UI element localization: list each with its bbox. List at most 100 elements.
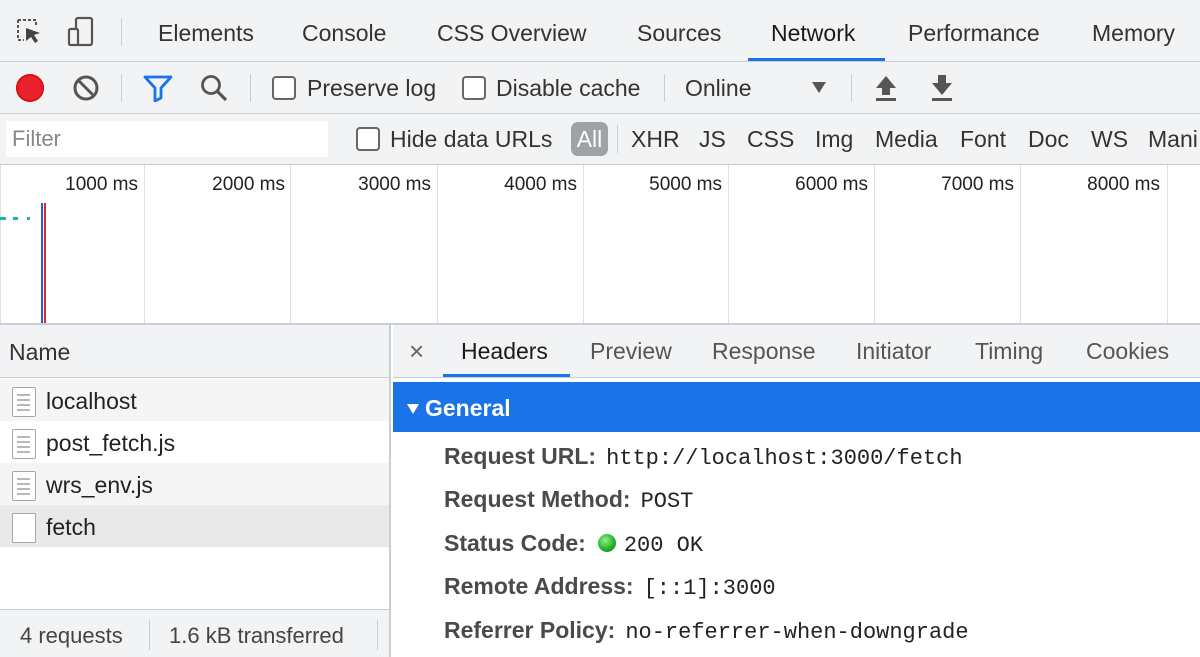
grid-line [0, 165, 1, 323]
timeline-tick-label: 8000 ms [1087, 174, 1160, 195]
tab-console[interactable]: Console [302, 0, 386, 61]
summary-divider [149, 620, 150, 650]
transferred-size: 1.6 kB transferred [169, 623, 344, 648]
request-count: 4 requests [20, 623, 123, 648]
tab-preview[interactable]: Preview [590, 325, 672, 377]
preserve-log-label: Preserve log [307, 75, 437, 101]
close-icon[interactable]: × [409, 335, 429, 367]
device-toolbar-icon[interactable] [66, 16, 96, 48]
tab-timing[interactable]: Timing [975, 325, 1043, 377]
tab-memory[interactable]: Memory [1092, 0, 1175, 61]
name-column-header[interactable]: Name [0, 325, 389, 378]
request-bar [27, 217, 30, 220]
tab-css-overview[interactable]: CSS Overview [437, 0, 587, 61]
clear-icon[interactable] [72, 74, 100, 102]
document-icon [12, 471, 36, 501]
document-icon [12, 513, 36, 543]
throttling-select[interactable]: Online [685, 62, 751, 114]
filter-type-css[interactable]: CSS [747, 114, 794, 164]
tab-response[interactable]: Response [712, 325, 816, 377]
active-tab-indicator [443, 374, 570, 377]
header-row-request-method: Request Method: POST [444, 479, 693, 519]
header-value: [::1]:3000 [643, 576, 776, 601]
tab-cookies[interactable]: Cookies [1086, 325, 1169, 377]
filter-input[interactable] [6, 121, 328, 157]
toolbar-divider [250, 74, 251, 102]
grid-line [728, 165, 729, 323]
filter-bar: Hide data URLs All XHR JS CSS Img Media … [0, 114, 1200, 165]
network-overview-timeline[interactable]: 1000 ms 2000 ms 3000 ms 4000 ms 5000 ms … [0, 165, 1200, 325]
grid-line [874, 165, 875, 323]
import-har-icon[interactable] [874, 74, 898, 102]
column-header-label: Name [9, 339, 71, 365]
request-row[interactable]: wrs_env.js [0, 463, 389, 505]
request-name: post_fetch.js [46, 430, 176, 456]
header-row-remote-address: Remote Address: [::1]:3000 [444, 566, 776, 606]
grid-line [290, 165, 291, 323]
filter-type-manifest[interactable]: Mani [1148, 114, 1198, 164]
toolbar-divider [851, 74, 852, 102]
header-row-request-url: Request URL: http://localhost:3000/fetch [444, 436, 963, 476]
request-row[interactable]: localhost [0, 379, 389, 421]
timeline-tick-label: 7000 ms [941, 174, 1014, 195]
header-value: http://localhost:3000/fetch [606, 446, 963, 471]
tab-initiator[interactable]: Initiator [856, 325, 931, 377]
toolbar-divider [617, 125, 618, 153]
filter-type-xhr[interactable]: XHR [631, 114, 680, 164]
filter-type-all[interactable]: All [571, 122, 608, 156]
tab-network[interactable]: Network [771, 0, 855, 61]
tab-headers[interactable]: Headers [461, 325, 548, 377]
general-section-header[interactable]: General [393, 382, 1200, 432]
details-tab-bar: × Headers Preview Response Initiator Tim… [393, 325, 1200, 378]
document-icon [12, 429, 36, 459]
grid-line [1167, 165, 1168, 323]
status-ok-icon [597, 534, 616, 552]
request-details-panel: × Headers Preview Response Initiator Tim… [393, 325, 1200, 657]
filter-type-js[interactable]: JS [699, 114, 726, 164]
record-icon[interactable] [16, 74, 44, 102]
grid-line [1020, 165, 1021, 323]
request-name: localhost [46, 388, 137, 414]
header-key: Remote Address: [444, 573, 634, 599]
request-row[interactable]: post_fetch.js [0, 421, 389, 463]
disable-cache-label: Disable cache [496, 75, 641, 101]
tab-elements[interactable]: Elements [158, 0, 254, 61]
search-icon[interactable] [199, 73, 229, 103]
inspect-element-icon[interactable] [14, 16, 44, 48]
dom-content-loaded-marker [41, 203, 43, 323]
toolbar-divider [121, 18, 122, 46]
hide-data-urls-checkbox[interactable] [356, 127, 380, 151]
timeline-tick-label: 6000 ms [795, 174, 868, 195]
header-value: POST [640, 489, 694, 514]
filter-icon[interactable] [143, 74, 173, 103]
header-key: Request Method: [444, 486, 631, 512]
filter-type-font[interactable]: Font [960, 114, 1006, 164]
request-bar [0, 217, 6, 220]
toolbar-divider [121, 74, 122, 102]
disable-cache-checkbox[interactable] [462, 76, 486, 100]
network-toolbar: Preserve log Disable cache Online [0, 62, 1200, 114]
toolbar-divider [664, 74, 665, 102]
grid-line [583, 165, 584, 323]
header-value: 200 OK [623, 533, 704, 558]
timeline-tick-label: 3000 ms [358, 174, 431, 195]
filter-type-media[interactable]: Media [875, 114, 938, 164]
grid-line [144, 165, 145, 323]
summary-bar: 4 requests 1.6 kB transferred [0, 609, 389, 657]
filter-type-ws[interactable]: WS [1091, 114, 1128, 164]
document-icon [12, 387, 36, 417]
header-value: no-referrer-when-downgrade [625, 620, 969, 645]
request-list: Name localhost post_fetch.js wrs_env.js … [0, 325, 391, 657]
filter-type-img[interactable]: Img [815, 114, 853, 164]
export-har-icon[interactable] [930, 74, 954, 102]
timeline-tick-label: 4000 ms [504, 174, 577, 195]
header-key: Status Code: [444, 530, 586, 556]
tab-sources[interactable]: Sources [637, 0, 721, 61]
tab-performance[interactable]: Performance [908, 0, 1040, 61]
request-row-selected[interactable]: fetch [0, 505, 389, 547]
section-title: General [425, 395, 511, 421]
filter-type-doc[interactable]: Doc [1028, 114, 1069, 164]
header-row-referrer-policy: Referrer Policy: no-referrer-when-downgra… [444, 610, 969, 650]
header-row-status-code: Status Code: 200 OK [444, 523, 703, 563]
preserve-log-checkbox[interactable] [272, 76, 296, 100]
